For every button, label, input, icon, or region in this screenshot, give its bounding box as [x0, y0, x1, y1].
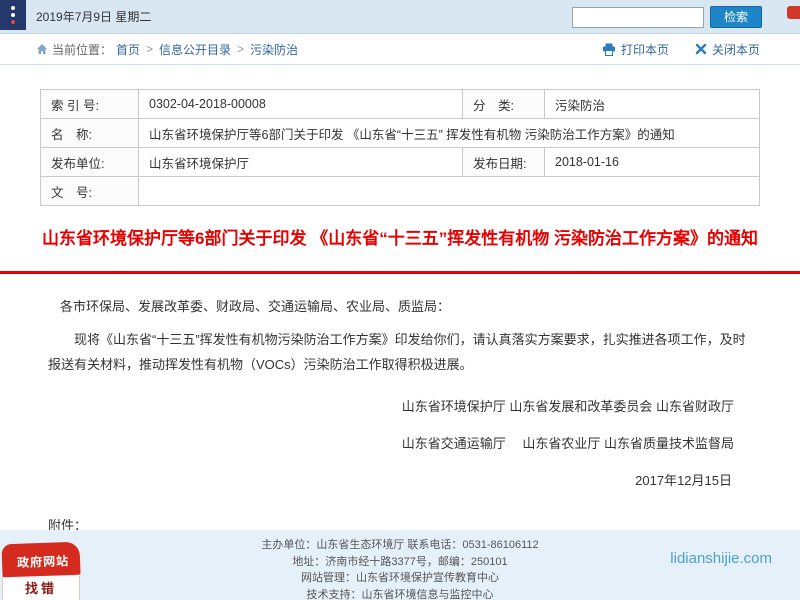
- article-salutation: 各市环保局、发展改革委、财政局、交通运输局、农业局、质监局：: [60, 296, 752, 315]
- index-number-label: 索 引 号:: [41, 90, 139, 119]
- print-page-button[interactable]: 打印本页: [602, 41, 669, 58]
- name-value: 山东省环境保护厅等6部门关于印发 《山东省“十三五” 挥发性有机物 污染防治工作…: [139, 119, 760, 148]
- article-paragraph: 现将《山东省“十三五”挥发性有机物污染防治工作方案》印发给你们，请认真落实方案要…: [48, 327, 752, 378]
- printer-icon: [602, 43, 616, 56]
- page-tools: 打印本页 关闭本页: [602, 41, 760, 58]
- top-right-fragment: [787, 6, 800, 19]
- breadcrumb-bar: 当前位置： 首页 > 信息公开目录 > 污染防治 打印本页 关闭本页: [0, 34, 800, 65]
- search-button[interactable]: 检索: [710, 6, 762, 28]
- table-row: 名 称: 山东省环境保护厅等6部门关于印发 《山东省“十三五” 挥发性有机物 污…: [41, 119, 760, 148]
- publisher-label: 发布单位:: [41, 148, 139, 177]
- print-page-label: 打印本页: [621, 41, 669, 58]
- breadcrumb-home-link[interactable]: 首页: [116, 41, 140, 58]
- publisher-value: 山东省环境保护厅: [139, 148, 463, 177]
- document-metadata-section: 索 引 号: 0302-04-2018-00008 分 类: 污染防治 名 称:…: [0, 89, 800, 249]
- table-row: 文 号:: [41, 177, 760, 206]
- pubdate-label: 发布日期:: [463, 148, 545, 177]
- doc-number-label: 文 号:: [41, 177, 139, 206]
- breadcrumb-separator: >: [237, 42, 244, 56]
- page-footer: 主办单位：山东省生态环境厅 联系电话：0531-86106112 地址：济南市经…: [0, 530, 800, 600]
- table-row: 索 引 号: 0302-04-2018-00008 分 类: 污染防治: [41, 90, 760, 119]
- pubdate-value: 2018-01-16: [545, 148, 760, 177]
- signature-line-1: 山东省环境保护厅 山东省发展和改革委员会 山东省财政厅: [48, 396, 752, 415]
- search-input[interactable]: [572, 7, 704, 28]
- close-page-button[interactable]: 关闭本页: [695, 41, 760, 58]
- index-number-value: 0302-04-2018-00008: [139, 90, 463, 119]
- doc-number-value: [139, 177, 760, 206]
- signature-date: 2017年12月15日: [48, 470, 752, 489]
- close-icon: [695, 43, 707, 55]
- site-watermark-link[interactable]: lidianshijie.com: [670, 550, 772, 567]
- breadcrumb: 当前位置： 首页 > 信息公开目录 > 污染防治: [36, 41, 298, 58]
- article-title: 山东省环境保护厅等6部门关于印发 《山东省“十三五”挥发性有机物 污染防治工作方…: [40, 224, 760, 249]
- breadcrumb-separator: >: [146, 42, 153, 56]
- breadcrumb-directory-link[interactable]: 信息公开目录: [159, 41, 231, 58]
- location-icon: [36, 43, 48, 55]
- red-divider: [0, 271, 800, 274]
- category-label: 分 类:: [463, 90, 545, 119]
- name-label: 名 称:: [41, 119, 139, 148]
- close-page-label: 关闭本页: [712, 41, 760, 58]
- gov-badge-bottom: 找错: [2, 576, 80, 600]
- signature-line-2: 山东省交通运输厅 山东省农业厅 山东省质量技术监督局: [48, 433, 752, 452]
- breadcrumb-label: 当前位置：: [52, 41, 112, 58]
- footer-manage-line: 网站管理：山东省环境保护宣传教育中心: [0, 572, 800, 585]
- footer-support-line: 技术支持：山东省环境信息与监控中心: [0, 589, 800, 600]
- current-date-text: 2019年7月9日 星期二: [36, 8, 151, 25]
- table-row: 发布单位: 山东省环境保护厅 发布日期: 2018-01-16: [41, 148, 760, 177]
- gov-site-error-report-badge[interactable]: 政府网站 找错: [2, 543, 80, 600]
- breadcrumb-current-link[interactable]: 污染防治: [250, 41, 298, 58]
- corner-menu-fragment: [0, 0, 26, 30]
- gov-badge-flag: 政府网站: [1, 542, 80, 578]
- category-value: 污染防治: [545, 90, 760, 119]
- search-area: 检索: [572, 6, 762, 28]
- document-info-table: 索 引 号: 0302-04-2018-00008 分 类: 污染防治 名 称:…: [40, 89, 760, 206]
- top-bar: 2019年7月9日 星期二 检索: [0, 0, 800, 34]
